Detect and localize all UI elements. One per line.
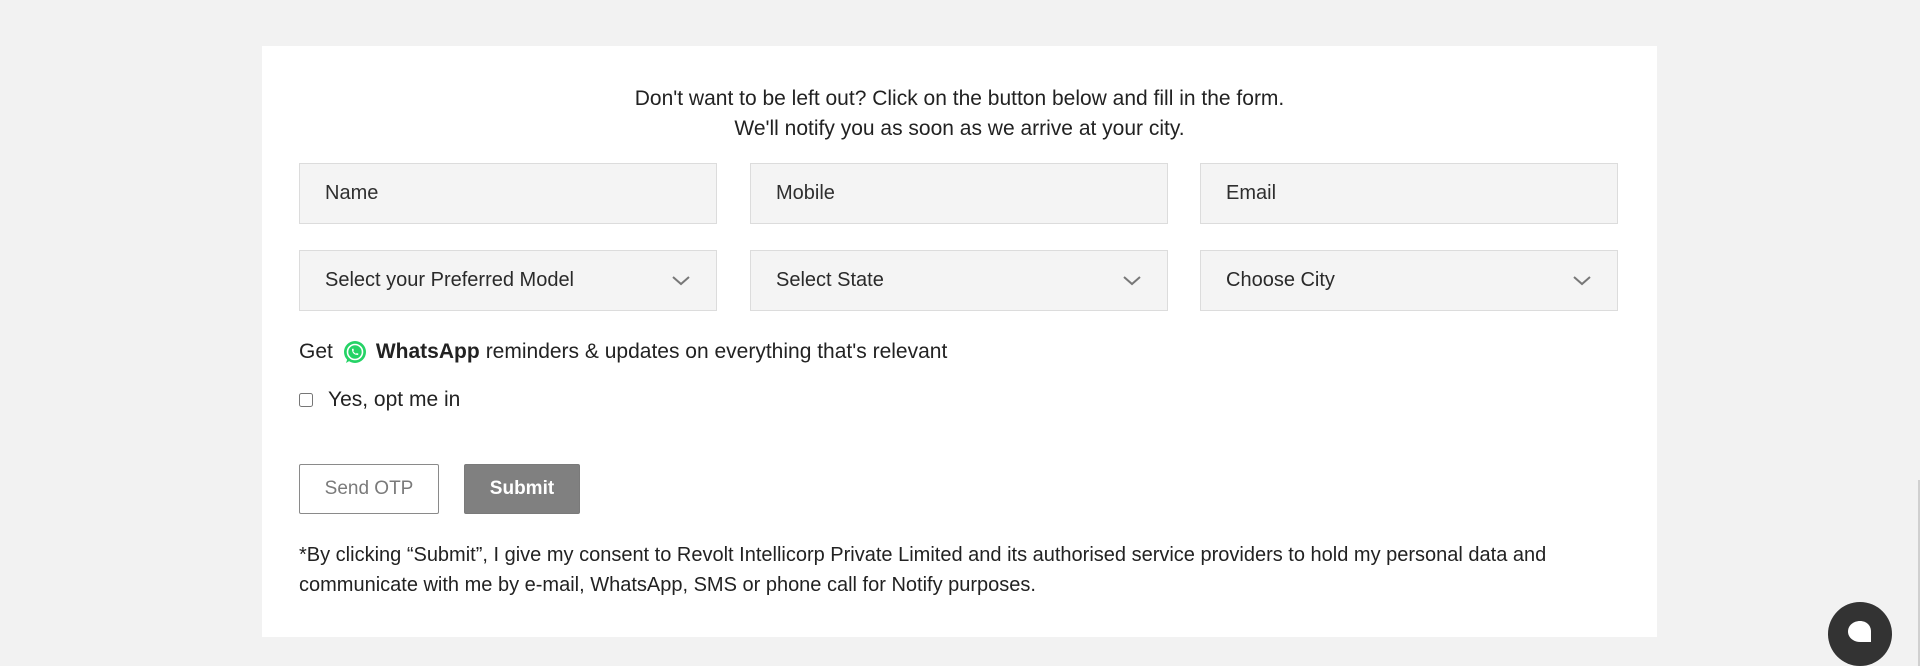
state-select-value: Select State	[776, 269, 884, 291]
mobile-input[interactable]	[750, 163, 1168, 224]
send-otp-button[interactable]: Send OTP	[299, 464, 439, 514]
optin-label: Yes, opt me in	[328, 388, 461, 411]
email-input[interactable]	[1200, 163, 1618, 224]
optin-checkbox[interactable]	[299, 393, 313, 407]
chat-icon	[1847, 620, 1873, 649]
chat-launcher-button[interactable]	[1828, 602, 1892, 666]
chevron-down-icon	[1122, 271, 1142, 291]
model-select[interactable]: Select your Preferred Model	[299, 250, 717, 311]
model-select-value: Select your Preferred Model	[325, 269, 575, 291]
state-select[interactable]: Select State	[750, 250, 1168, 311]
whatsapp-prefix: Get	[299, 340, 333, 363]
submit-button[interactable]: Submit	[464, 464, 580, 514]
intro-line-2: We'll notify you as soon as we arrive at…	[734, 117, 1185, 140]
name-input[interactable]	[299, 163, 717, 224]
intro-text: Don't want to be left out? Click on the …	[262, 84, 1657, 144]
whatsapp-brand: WhatsApp	[375, 340, 480, 363]
notify-form-card: Don't want to be left out? Click on the …	[262, 46, 1657, 637]
city-select[interactable]: Choose City	[1200, 250, 1618, 311]
chevron-down-icon	[1572, 271, 1592, 291]
whatsapp-reminder-text: Get WhatsApp reminders & updates on ever…	[299, 339, 947, 365]
city-select-value: Choose City	[1226, 269, 1335, 291]
optin-row[interactable]: Yes, opt me in	[299, 388, 460, 412]
chevron-down-icon	[671, 271, 691, 291]
whatsapp-suffix: reminders & updates on everything that's…	[485, 340, 948, 363]
intro-line-1: Don't want to be left out? Click on the …	[634, 87, 1285, 110]
consent-text: *By clicking “Submit”, I give my consent…	[299, 544, 1547, 596]
whatsapp-icon	[342, 339, 368, 365]
